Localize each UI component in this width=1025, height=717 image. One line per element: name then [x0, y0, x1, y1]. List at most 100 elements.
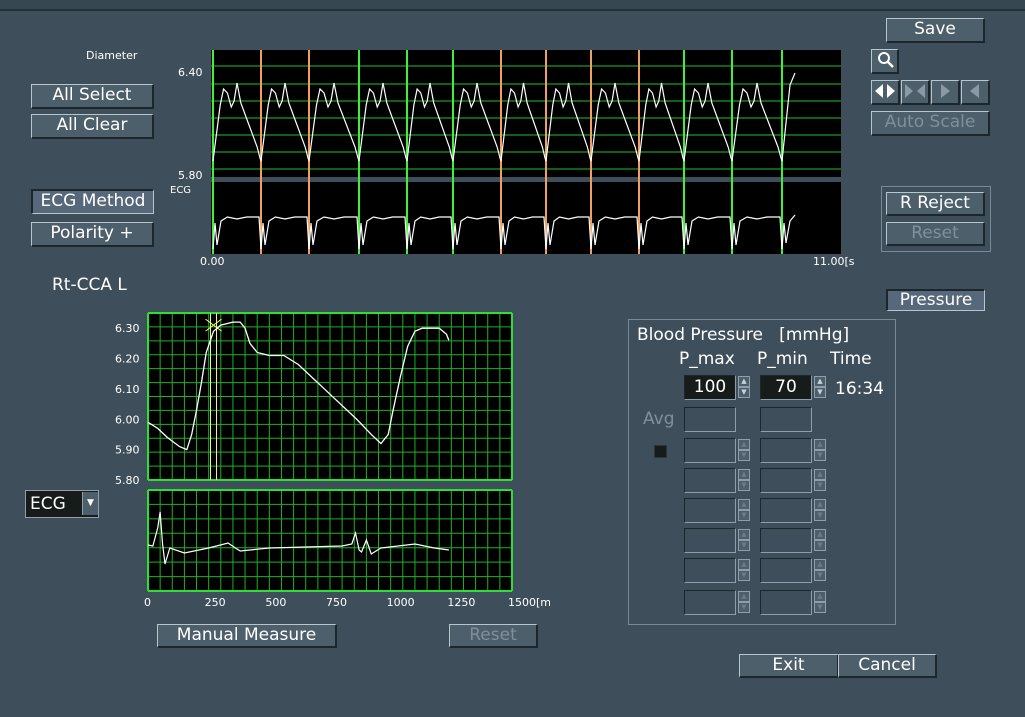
- spin-down-icon[interactable]: ▼: [814, 602, 826, 613]
- row-spinner[interactable]: ▲ ▼: [814, 499, 826, 521]
- all-select-button[interactable]: All Select: [31, 84, 154, 109]
- y-tick-label: 5.80: [115, 474, 140, 487]
- pmax-row-field[interactable]: [684, 590, 736, 615]
- spin-up-icon[interactable]: ▲: [738, 376, 750, 387]
- chevron-down-icon[interactable]: ▼: [82, 492, 98, 515]
- overview-x-end: 11.00[s]: [813, 255, 855, 268]
- ecg-select[interactable]: ECG ▼: [25, 490, 99, 518]
- pmin-row-field[interactable]: [760, 528, 812, 553]
- pmax-row-field[interactable]: [684, 468, 736, 493]
- row-spinner[interactable]: ▲ ▼: [814, 469, 826, 491]
- manual-measure-button[interactable]: Manual Measure: [157, 624, 337, 648]
- spin-up-icon[interactable]: ▲: [814, 591, 826, 602]
- all-clear-button[interactable]: All Clear: [31, 114, 154, 139]
- scroll-left-button[interactable]: [961, 80, 990, 105]
- row-spinner[interactable]: ▲ ▼: [738, 499, 750, 521]
- row-spinner[interactable]: ▲ ▼: [738, 469, 750, 491]
- row-spinner[interactable]: ▲ ▼: [814, 591, 826, 613]
- spin-down-icon[interactable]: ▼: [738, 540, 750, 551]
- overview-x-start: 0.00: [200, 255, 225, 268]
- polarity-button[interactable]: Polarity +: [31, 222, 154, 247]
- detail-chart[interactable]: 6.30 6.20 6.10 6.00 5.90 5.80 0 250 500 750 1000 1…: [110, 308, 550, 613]
- spin-down-icon[interactable]: ▼: [738, 602, 750, 613]
- spin-up-icon[interactable]: ▲: [814, 469, 826, 480]
- spin-down-icon[interactable]: ▼: [738, 570, 750, 581]
- pmax-row-field[interactable]: [684, 438, 736, 463]
- overview-chart[interactable]: 6.40 5.80 ECG 0.00 11.00[s]: [165, 45, 855, 270]
- ecg-method-button[interactable]: ECG Method: [31, 189, 154, 214]
- row-spinner[interactable]: ▲ ▼: [814, 529, 826, 551]
- r-reject-reset-button[interactable]: Reset: [886, 222, 985, 246]
- spin-down-icon[interactable]: ▼: [738, 510, 750, 521]
- time-header: Time: [830, 349, 872, 369]
- spin-up-icon[interactable]: ▲: [814, 529, 826, 540]
- spin-up-icon[interactable]: ▲: [814, 376, 826, 387]
- scroll-right-button[interactable]: [931, 80, 960, 105]
- pmax-row-field[interactable]: [684, 558, 736, 583]
- spin-up-icon[interactable]: ▲: [738, 559, 750, 570]
- spin-down-icon[interactable]: ▼: [814, 450, 826, 461]
- pmin-header: P_min: [757, 349, 808, 369]
- x-tick-label: 1000: [387, 596, 415, 609]
- spin-down-icon[interactable]: ▼: [814, 387, 826, 398]
- pmin-row-field[interactable]: [760, 558, 812, 583]
- row-checkbox[interactable]: [654, 445, 667, 458]
- spin-up-icon[interactable]: ▲: [814, 499, 826, 510]
- overview-ecg-label: ECG: [170, 185, 191, 196]
- vessel-label: Rt-CCA L: [52, 275, 127, 295]
- exit-button[interactable]: Exit: [739, 654, 839, 678]
- arrow-right-icon: [941, 84, 950, 98]
- x-tick-label: 500: [265, 596, 286, 609]
- magnifier-icon: [877, 52, 894, 68]
- spin-down-icon[interactable]: ▼: [738, 450, 750, 461]
- expand-button[interactable]: [871, 80, 900, 105]
- overview-y-bottom: 5.80: [178, 169, 203, 182]
- x-tick-label: 0: [144, 596, 151, 609]
- pmin-row-field[interactable]: [760, 498, 812, 523]
- pmin-row-field[interactable]: [760, 468, 812, 493]
- spin-up-icon[interactable]: ▲: [738, 469, 750, 480]
- spin-up-icon[interactable]: ▲: [814, 439, 826, 450]
- spin-down-icon[interactable]: ▼: [814, 540, 826, 551]
- shrink-arrows-icon: [905, 84, 925, 98]
- y-tick-label: 6.00: [115, 413, 140, 426]
- shrink-button[interactable]: [901, 80, 930, 105]
- detail-reset-button[interactable]: Reset: [449, 624, 538, 648]
- window-title-bar: [0, 0, 1025, 11]
- spin-down-icon[interactable]: ▼: [738, 387, 750, 398]
- cancel-button[interactable]: Cancel: [838, 654, 937, 678]
- row-spinner[interactable]: ▲ ▼: [814, 559, 826, 581]
- x-tick-label: 250: [205, 596, 226, 609]
- pmin-spinner[interactable]: ▲ ▼: [814, 376, 826, 398]
- spin-up-icon[interactable]: ▲: [814, 559, 826, 570]
- pmin-input[interactable]: 70: [760, 375, 812, 400]
- x-tick-label: 750: [326, 596, 347, 609]
- row-spinner[interactable]: ▲ ▼: [814, 439, 826, 461]
- spin-down-icon[interactable]: ▼: [738, 480, 750, 491]
- overview-y-top: 6.40: [178, 66, 203, 79]
- pressure-button[interactable]: Pressure: [886, 289, 985, 311]
- pmax-spinner[interactable]: ▲ ▼: [738, 376, 750, 398]
- row-spinner[interactable]: ▲ ▼: [738, 559, 750, 581]
- spin-up-icon[interactable]: ▲: [738, 439, 750, 450]
- pmax-row-field[interactable]: [684, 498, 736, 523]
- zoom-button[interactable]: [871, 49, 899, 74]
- save-button[interactable]: Save: [886, 18, 985, 43]
- row-spinner[interactable]: ▲ ▼: [738, 529, 750, 551]
- spin-up-icon[interactable]: ▲: [738, 499, 750, 510]
- auto-scale-button[interactable]: Auto Scale: [871, 111, 990, 136]
- pmin-row-field[interactable]: [760, 438, 812, 463]
- spin-down-icon[interactable]: ▼: [814, 480, 826, 491]
- pmax-row-field[interactable]: [684, 528, 736, 553]
- row-spinner[interactable]: ▲ ▼: [738, 591, 750, 613]
- pmin-row-field[interactable]: [760, 590, 812, 615]
- spin-down-icon[interactable]: ▼: [814, 510, 826, 521]
- row-spinner[interactable]: ▲ ▼: [738, 439, 750, 461]
- r-reject-button[interactable]: R Reject: [886, 192, 985, 216]
- pmax-input[interactable]: 100: [684, 375, 736, 400]
- x-tick-label: 1250: [447, 596, 475, 609]
- spin-up-icon[interactable]: ▲: [738, 529, 750, 540]
- spin-up-icon[interactable]: ▲: [738, 591, 750, 602]
- avg-pmin-field: [760, 407, 812, 432]
- spin-down-icon[interactable]: ▼: [814, 570, 826, 581]
